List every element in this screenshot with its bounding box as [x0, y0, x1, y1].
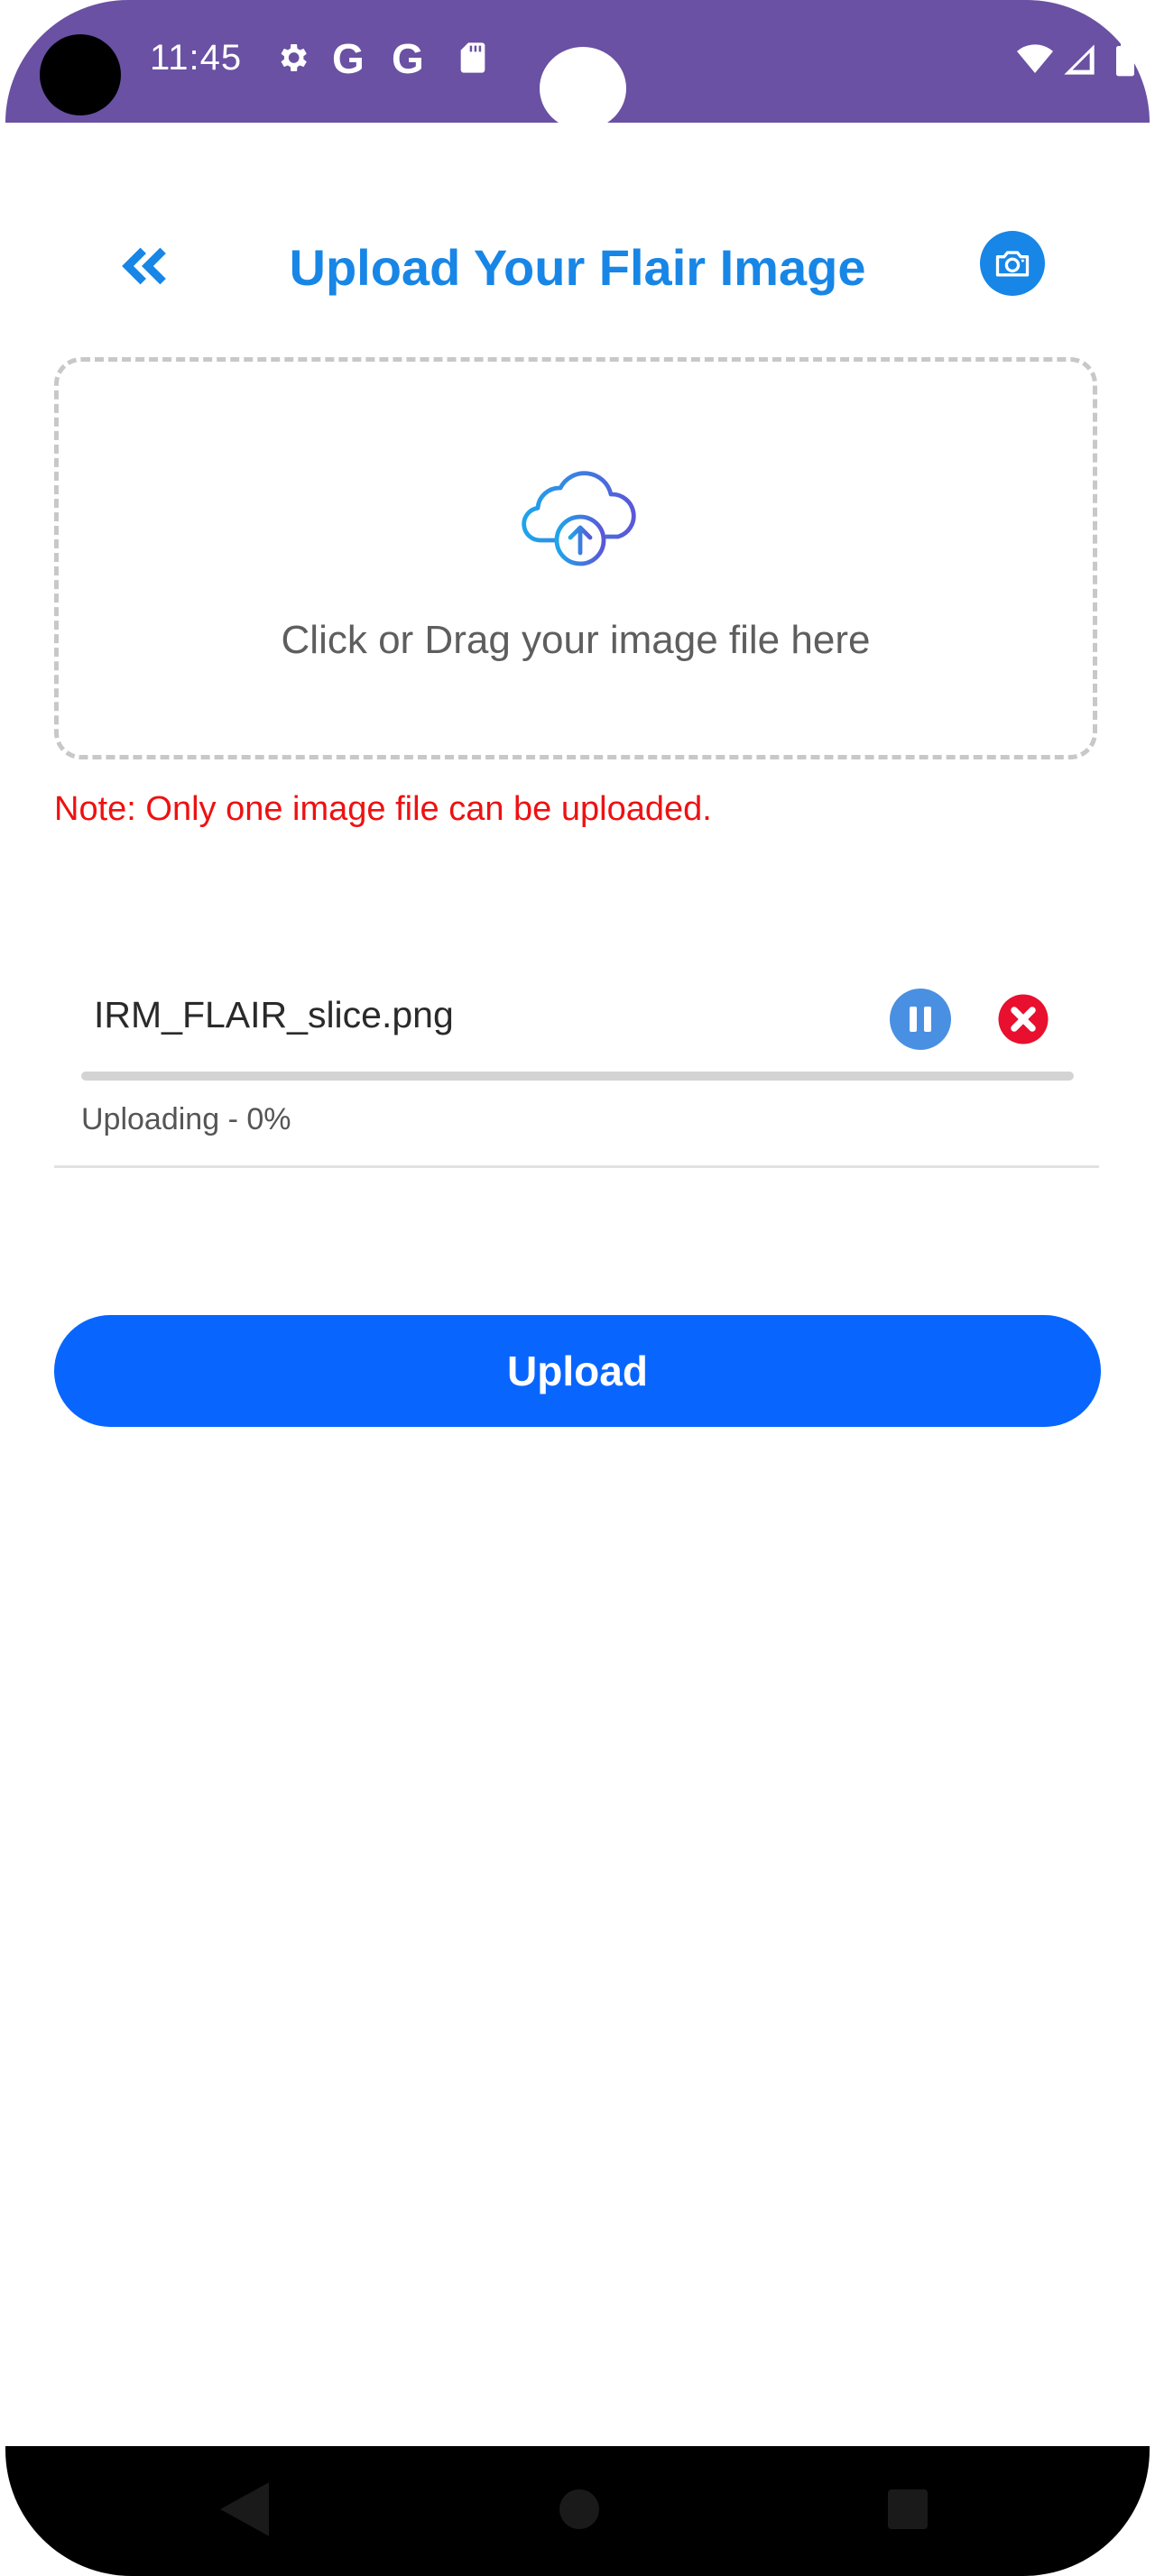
upload-note: Note: Only one image file can be uploade…: [54, 790, 712, 828]
header: Upload Your Flair Image: [0, 216, 1155, 325]
status-bar: 11:45 G G: [5, 0, 1150, 130]
home-icon[interactable]: [559, 2489, 599, 2529]
google-icon: G: [332, 35, 365, 82]
sd-card-icon: [460, 42, 485, 73]
dropzone-instructions: Click or Drag your image file here: [281, 618, 871, 662]
camera-cutout: [40, 34, 121, 115]
battery-icon: [1116, 41, 1134, 77]
wifi-icon: [1017, 44, 1053, 73]
cancel-icon[interactable]: [996, 992, 1050, 1046]
file-upload-item: IRM_FLAIR_slice.png Uploading - 0%: [54, 956, 1099, 1169]
navigation-bar: [5, 2446, 1150, 2576]
cloud-upload-icon: [522, 471, 636, 566]
divider: [54, 1165, 1099, 1168]
image-dropzone[interactable]: Click or Drag your image file here: [54, 357, 1097, 759]
settings-icon: [281, 44, 307, 71]
status-bar-region: 11:45 G G: [0, 0, 1155, 130]
file-name: IRM_FLAIR_slice.png: [94, 994, 454, 1035]
pause-upload-button[interactable]: [890, 989, 951, 1050]
upload-progress-bar: [81, 1072, 1074, 1081]
recents-icon[interactable]: [888, 2489, 928, 2529]
notch: [540, 47, 626, 130]
google-icon: G: [392, 35, 424, 82]
back-icon[interactable]: [220, 2482, 269, 2536]
camera-icon: [995, 251, 1030, 277]
upload-button[interactable]: Upload: [54, 1315, 1101, 1427]
camera-button[interactable]: [980, 231, 1045, 296]
signal-icon: [1064, 44, 1095, 75]
upload-status-text: Uploading - 0%: [81, 1102, 291, 1136]
status-time: 11:45: [150, 38, 243, 78]
